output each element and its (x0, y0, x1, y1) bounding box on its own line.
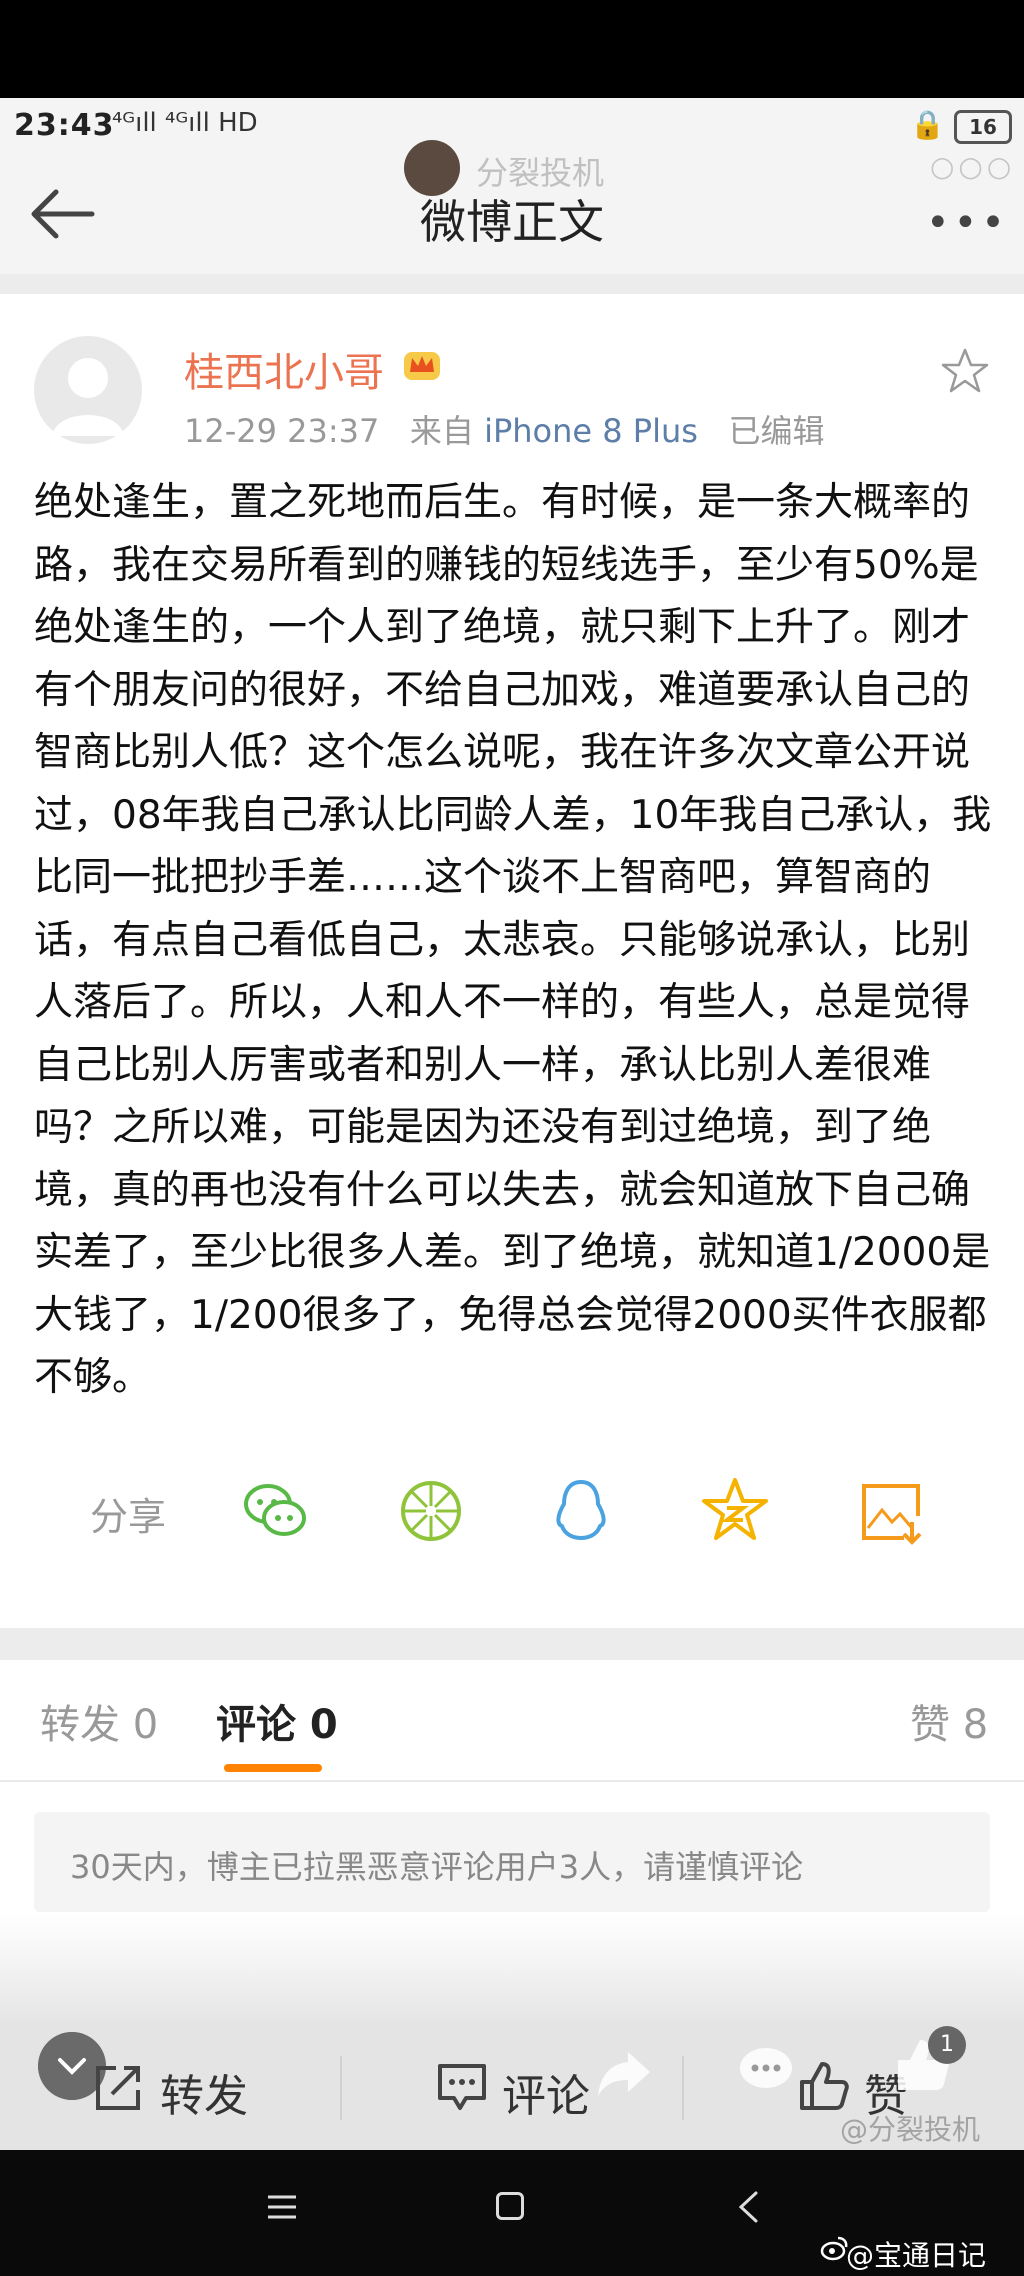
tab-like[interactable]: 赞 8 (910, 1692, 988, 1750)
wechat-icon[interactable] (240, 1476, 310, 1546)
source-credit: @宝通日记 (846, 2239, 987, 2272)
page-title: 微博正文 (420, 195, 604, 249)
status-time: 23:43 (14, 108, 115, 143)
watermark-text: @分裂投机 (840, 2113, 981, 2146)
save-image-icon[interactable] (856, 1476, 926, 1546)
watermark-text: 分裂投机 (476, 154, 605, 192)
share-label: 分享 (90, 1495, 167, 1539)
system-back-icon[interactable] (736, 2190, 760, 2224)
signal-icon: ⁴ᴳıll ⁴ᴳıll HD (112, 108, 258, 138)
more-icon[interactable]: ••• (926, 200, 1009, 246)
post-meta: 12-29 23:37 来自 iPhone 8 Plus 已编辑 (184, 406, 824, 452)
separator (682, 2056, 684, 2120)
post-body: 绝处逢生，置之死地而后生。有时候，是一条大概率的路，我在交易所看到的赚钱的短线选… (34, 480, 992, 1400)
divider (0, 274, 1024, 294)
qq-icon[interactable] (546, 1476, 616, 1546)
default-avatar-icon (52, 358, 124, 436)
moments-icon[interactable] (396, 1476, 466, 1546)
weibo-logo-icon (820, 2236, 848, 2261)
tab-comment[interactable]: 评论 0 (216, 1692, 338, 1750)
comment-button[interactable]: 评论 (502, 2060, 590, 2124)
qzone-icon[interactable] (700, 1476, 770, 1546)
comment-notice-text: 30天内，博主已拉黑恶意评论用户3人，请谨慎评论 (70, 1848, 804, 1886)
watermark-dots-icon: ○○○ (930, 150, 1016, 183)
author-name[interactable]: 桂西北小哥 (184, 340, 384, 398)
active-tab-indicator (224, 1764, 322, 1772)
watermark-share-arrow-icon (598, 2052, 650, 2096)
separator (340, 2056, 342, 2120)
avatar[interactable] (34, 336, 142, 444)
home-icon[interactable] (496, 2192, 524, 2220)
repost-icon[interactable] (92, 2060, 146, 2114)
top-black-bar (0, 0, 1024, 98)
edited-label: 已编辑 (728, 412, 825, 450)
comment-icon[interactable] (436, 2062, 488, 2112)
tab-repost[interactable]: 转发 0 (40, 1692, 158, 1750)
like-thumb-icon[interactable] (798, 2060, 850, 2112)
fade-overlay (0, 1912, 1024, 2022)
watermark-avatar (404, 140, 460, 196)
menu-icon[interactable] (266, 2194, 298, 2220)
repost-button[interactable]: 转发 (160, 2060, 248, 2124)
vip-crown-icon (404, 352, 440, 380)
favorite-star-icon[interactable] (940, 346, 990, 396)
source-prefix: 来自 (409, 412, 474, 450)
like-count-badge: 1 (928, 2026, 966, 2064)
post-timestamp: 12-29 23:37 (184, 412, 380, 450)
rotation-lock-icon: 🔒 (910, 108, 945, 141)
divider (0, 1628, 1024, 1660)
battery-icon: 16 (954, 110, 1012, 144)
divider (0, 1780, 1024, 1782)
watermark-chat-bubble-icon (740, 2048, 792, 2088)
source-device-link[interactable]: iPhone 8 Plus (484, 412, 698, 450)
